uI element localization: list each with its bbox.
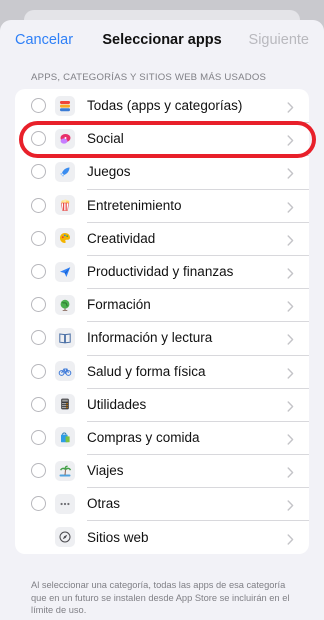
chevron-right-icon [287, 399, 294, 412]
list-item[interactable]: Viajes [15, 454, 309, 487]
chevron-right-icon [287, 366, 294, 379]
calculator-icon [55, 394, 75, 415]
select-radio[interactable] [31, 264, 46, 280]
list-item[interactable]: Sitios web [15, 520, 309, 553]
list-item-label: Otras [87, 496, 121, 512]
select-radio[interactable] [31, 197, 46, 213]
select-radio[interactable] [31, 164, 46, 180]
select-radio[interactable] [31, 363, 46, 379]
list-item[interactable]: Creatividad [15, 221, 309, 255]
chevron-right-icon [287, 233, 294, 246]
next-button[interactable]: Siguiente [249, 32, 309, 48]
list-item-label: Todas (apps y categorías) [87, 98, 243, 114]
popcorn-icon [55, 195, 75, 216]
list-item-label: Social [87, 131, 124, 147]
list-item-label: Viajes [87, 463, 124, 479]
book-icon [55, 327, 75, 348]
list-item[interactable]: Salud y forma física [15, 354, 309, 388]
stack-icon [55, 95, 75, 116]
list-item[interactable]: Todas (apps y categorías) [15, 89, 309, 122]
shopping-bag-icon [55, 427, 75, 448]
chat-bubbles-icon [55, 128, 75, 149]
cancel-button[interactable]: Cancelar [15, 32, 73, 48]
chevron-right-icon [287, 299, 294, 312]
select-apps-sheet: Cancelar Seleccionar apps Siguiente APPS… [0, 20, 324, 620]
chevron-right-icon [287, 332, 294, 346]
page-title: Seleccionar apps [102, 32, 222, 48]
list-item[interactable]: Social [15, 122, 309, 155]
list-item[interactable]: Formación [15, 288, 309, 321]
list-item[interactable]: Juegos [15, 155, 309, 188]
list-item-label: Juegos [87, 164, 131, 180]
list-item-label: Productividad y finanzas [87, 264, 234, 280]
select-radio[interactable] [31, 429, 46, 445]
list-item-label: Creatividad [87, 230, 156, 246]
select-radio[interactable] [31, 396, 46, 412]
select-radio[interactable] [31, 230, 46, 246]
paper-plane-icon [55, 261, 75, 282]
list-item-label: Compras y comida [87, 429, 200, 445]
rocket-icon [55, 161, 75, 182]
globe-icon [55, 294, 75, 315]
palette-icon [55, 228, 75, 249]
select-radio[interactable] [31, 131, 46, 147]
category-list: Todas (apps y categorías) Social Juegos Ent… [15, 89, 309, 554]
list-item-label: Información y lectura [87, 330, 213, 346]
chevron-right-icon [287, 166, 294, 180]
chevron-right-icon [287, 133, 294, 146]
list-item[interactable]: Utilidades [15, 387, 309, 421]
compass-icon [55, 527, 75, 548]
footer-note: Al seleccionar una categoría, todas las … [31, 580, 290, 615]
select-radio[interactable] [31, 330, 46, 346]
palm-tree-icon [55, 460, 75, 481]
bicycle-icon [55, 361, 75, 382]
navigation-bar: Cancelar Seleccionar apps Siguiente [0, 20, 324, 60]
section-header: APPS, CATEGORÍAS Y SITIOS WEB MÁS USADOS [31, 72, 267, 83]
list-item[interactable]: Otras [15, 487, 309, 520]
list-item[interactable]: Productividad y finanzas [15, 254, 309, 288]
chevron-right-icon [287, 432, 294, 445]
select-radio[interactable] [31, 297, 46, 313]
list-item-label: Salud y forma física [87, 363, 206, 379]
select-radio[interactable] [31, 496, 46, 512]
list-item-label: Entretenimiento [87, 197, 182, 213]
list-item-label: Sitios web [87, 529, 149, 545]
select-radio[interactable] [31, 463, 46, 479]
chevron-right-icon [287, 200, 294, 213]
select-radio[interactable] [31, 98, 46, 114]
list-item-label: Utilidades [87, 396, 147, 412]
chevron-right-icon [287, 498, 294, 512]
list-item[interactable]: Compras y comida [15, 420, 309, 454]
chevron-right-icon [287, 465, 294, 478]
chevron-right-icon [287, 100, 294, 113]
list-item-label: Formación [87, 297, 151, 313]
chevron-right-icon [287, 532, 294, 545]
ellipsis-icon [55, 493, 75, 514]
list-item[interactable]: Información y lectura [15, 321, 309, 354]
chevron-right-icon [287, 266, 294, 279]
list-item[interactable]: Entretenimiento [15, 188, 309, 222]
